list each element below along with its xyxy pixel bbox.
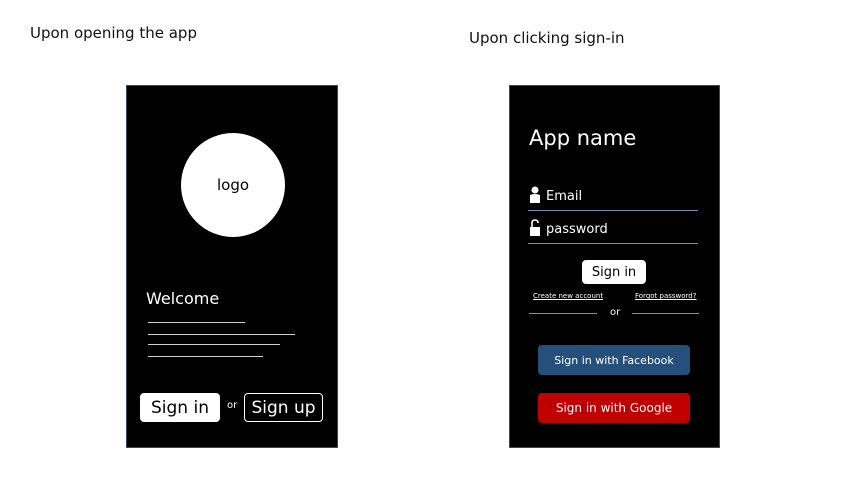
caption-opening: Upon opening the app [30, 24, 197, 42]
welcome-screen: logo Welcome Sign in or Sign up [126, 85, 338, 448]
logo: logo [181, 133, 285, 237]
password-placeholder: password [546, 222, 608, 237]
google-sign-in-label: Sign in with Google [555, 401, 673, 415]
unlock-icon [529, 219, 541, 237]
logo-label: logo [216, 176, 250, 194]
forgot-password-link[interactable]: Forgot password? [635, 292, 696, 300]
user-icon [529, 186, 541, 204]
text-placeholder-line [148, 334, 295, 335]
google-sign-in-button[interactable]: Sign in with Google [538, 393, 690, 423]
create-account-link[interactable]: Create new account [533, 292, 603, 300]
text-placeholder-line [148, 322, 245, 323]
or-separator: or [227, 400, 238, 411]
sign-in-screen: App name Email password Sign in Create n… [509, 85, 720, 448]
app-name: App name [529, 126, 637, 150]
text-placeholder-line [148, 356, 263, 357]
sign-up-button[interactable]: Sign up [244, 393, 323, 422]
or-separator: or [610, 307, 621, 318]
sign-in-button[interactable]: Sign in [140, 393, 220, 422]
sign-up-label: Sign up [251, 397, 316, 418]
facebook-sign-in-label: Sign in with Facebook [554, 353, 674, 367]
sign-in-label: Sign in [591, 264, 637, 280]
sign-in-label: Sign in [151, 397, 209, 418]
text-placeholder-line [148, 344, 280, 345]
caption-signin: Upon clicking sign-in [469, 29, 625, 47]
email-field[interactable]: Email [528, 184, 698, 211]
email-placeholder: Email [546, 189, 583, 204]
divider-right [632, 313, 699, 314]
welcome-title: Welcome [146, 289, 220, 308]
sign-in-button[interactable]: Sign in [582, 260, 646, 284]
facebook-sign-in-button[interactable]: Sign in with Facebook [538, 345, 690, 375]
divider-left [529, 313, 597, 314]
password-field[interactable]: password [528, 217, 698, 244]
